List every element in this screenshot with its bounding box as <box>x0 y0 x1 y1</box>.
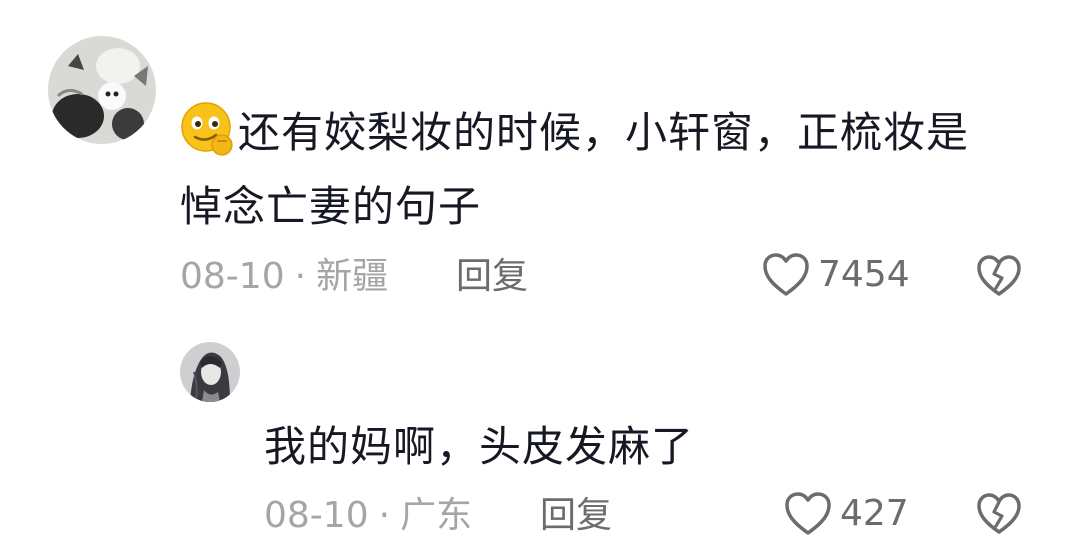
reply-button[interactable]: 回复 <box>540 494 612 538</box>
cat-avatar-icon <box>48 36 156 144</box>
comment-date: 08-10 <box>180 256 285 297</box>
broken-heart-icon <box>977 493 1021 534</box>
meta-separator: · <box>294 256 307 297</box>
comment-text-line2: 悼念亡妻的句子 <box>180 182 482 231</box>
reply-button[interactable]: 回复 <box>456 255 528 299</box>
comment-text-line1: 还有姣梨妆的时候，小轩窗，正梳妆是 <box>238 108 970 157</box>
heart-outline-icon <box>763 253 809 296</box>
comment-date: 08-10 <box>264 495 369 536</box>
comment-meta: 08-10 · 广东 <box>264 494 472 538</box>
comment-meta: 08-10 · 新疆 <box>180 255 388 299</box>
meta-separator: · <box>378 495 391 536</box>
comment-location: 新疆 <box>316 256 389 297</box>
dislike-button[interactable] <box>976 492 1022 540</box>
comment-location: 广东 <box>400 495 473 536</box>
comment-text-line: 还有姣梨妆的时候，小轩窗，正梳妆是 <box>180 96 1040 170</box>
like-button[interactable]: 7454 <box>762 252 910 298</box>
like-count: 7454 <box>818 254 910 295</box>
portrait-avatar-icon <box>180 342 240 402</box>
like-button[interactable]: 427 <box>784 491 909 537</box>
heart-outline-icon <box>785 492 831 535</box>
broken-heart-icon <box>977 255 1021 296</box>
dislike-button[interactable] <box>976 254 1022 302</box>
avatar[interactable] <box>180 342 240 402</box>
like-count: 427 <box>840 493 909 534</box>
comment-text: 我的妈啊，头皮发麻了 <box>264 422 695 471</box>
avatar[interactable] <box>48 36 156 144</box>
comment-text: 还有姣梨妆的时候，小轩窗，正梳妆是 悼念亡妻的句子 <box>180 96 1040 244</box>
thinking-face-emoji-icon <box>181 102 233 156</box>
